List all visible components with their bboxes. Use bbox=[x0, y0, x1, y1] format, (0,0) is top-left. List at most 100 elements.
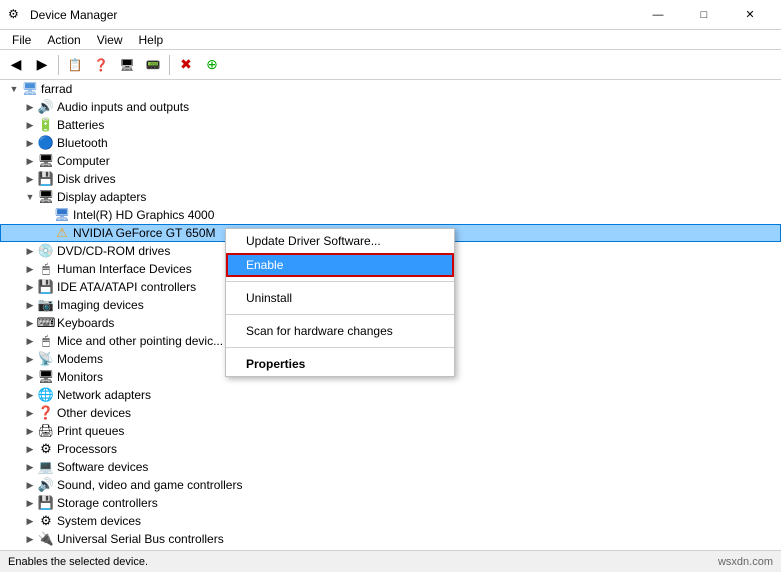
tree-item-bluetooth[interactable]: ▶ 🔵 Bluetooth bbox=[0, 134, 781, 152]
tree-item-software[interactable]: ▶ 💻 Software devices bbox=[0, 458, 781, 476]
icon-ide: 💾 bbox=[38, 279, 54, 295]
expander-dvd[interactable]: ▶ bbox=[22, 243, 38, 259]
expander-computer[interactable]: ▶ bbox=[22, 153, 38, 169]
close-button[interactable]: ✕ bbox=[727, 0, 773, 30]
tree-item-sound[interactable]: ▶ 🔊 Sound, video and game controllers bbox=[0, 476, 781, 494]
label-hid: Human Interface Devices bbox=[57, 262, 192, 276]
expander-printqueues[interactable]: ▶ bbox=[22, 423, 38, 439]
status-bar: Enables the selected device. wsxdn.com bbox=[0, 550, 781, 572]
label-storage: Storage controllers bbox=[57, 496, 158, 510]
context-menu-update-driver[interactable]: Update Driver Software... bbox=[226, 229, 454, 253]
remove-button[interactable]: ✖ bbox=[174, 53, 198, 77]
expander-mice[interactable]: ▶ bbox=[22, 333, 38, 349]
context-menu-properties[interactable]: Properties bbox=[226, 352, 454, 376]
tree-panel[interactable]: ▼ 🖥 farrad ▶ 🔊 Audio inputs and outputs … bbox=[0, 80, 781, 550]
context-menu: Update Driver Software... Enable Uninsta… bbox=[225, 228, 455, 377]
context-menu-enable[interactable]: Enable bbox=[226, 253, 454, 277]
icon-other: ❓ bbox=[38, 405, 54, 421]
menu-file[interactable]: File bbox=[4, 31, 39, 49]
menu-action[interactable]: Action bbox=[39, 31, 88, 49]
icon-software: 💻 bbox=[38, 459, 54, 475]
label-printqueues: Print queues bbox=[57, 424, 124, 438]
expander-usb[interactable]: ▶ bbox=[22, 531, 38, 547]
label-keyboards: Keyboards bbox=[57, 316, 114, 330]
tree-item-other[interactable]: ▶ ❓ Other devices bbox=[0, 404, 781, 422]
tree-item-processors[interactable]: ▶ ⚙ Processors bbox=[0, 440, 781, 458]
expander-processors[interactable]: ▶ bbox=[22, 441, 38, 457]
back-button[interactable]: ◀ bbox=[4, 53, 28, 77]
expander-diskdrives[interactable]: ▶ bbox=[22, 171, 38, 187]
tree-item-computer[interactable]: ▶ 🖥 Computer bbox=[0, 152, 781, 170]
tree-item-system[interactable]: ▶ ⚙ System devices bbox=[0, 512, 781, 530]
expander-audio[interactable]: ▶ bbox=[22, 99, 38, 115]
expander-root[interactable]: ▼ bbox=[6, 81, 22, 97]
add-button[interactable]: ⊕ bbox=[200, 53, 224, 77]
expander-displayadapters[interactable]: ▼ bbox=[22, 189, 38, 205]
context-menu-sep-1 bbox=[226, 281, 454, 282]
toolbar: ◀ ▶ 📋 ❓ 🖥 📟 ✖ ⊕ bbox=[0, 50, 781, 80]
icon-dvd: 💿 bbox=[38, 243, 54, 259]
tree-item-batteries[interactable]: ▶ 🔋 Batteries bbox=[0, 116, 781, 134]
label-nvidia: NVIDIA GeForce GT 650M bbox=[73, 226, 216, 240]
icon-nvidia: ⚠ bbox=[54, 225, 70, 241]
label-software: Software devices bbox=[57, 460, 148, 474]
tree-item-storage[interactable]: ▶ 💾 Storage controllers bbox=[0, 494, 781, 512]
expander-ide[interactable]: ▶ bbox=[22, 279, 38, 295]
expander-bluetooth[interactable]: ▶ bbox=[22, 135, 38, 151]
forward-button[interactable]: ▶ bbox=[30, 53, 54, 77]
tree-item-intel[interactable]: ▶ 🖥 Intel(R) HD Graphics 4000 bbox=[0, 206, 781, 224]
label-dvd: DVD/CD-ROM drives bbox=[57, 244, 170, 258]
properties-button[interactable]: 📋 bbox=[63, 53, 87, 77]
title-bar: ⚙ Device Manager — □ ✕ bbox=[0, 0, 781, 30]
expander-monitors[interactable]: ▶ bbox=[22, 369, 38, 385]
expander-sound[interactable]: ▶ bbox=[22, 477, 38, 493]
expander-system[interactable]: ▶ bbox=[22, 513, 38, 529]
context-menu-sep-2 bbox=[226, 314, 454, 315]
tree-item-displayadapters[interactable]: ▼ 🖥 Display adapters bbox=[0, 188, 781, 206]
icon-bluetooth: 🔵 bbox=[38, 135, 54, 151]
expander-batteries[interactable]: ▶ bbox=[22, 117, 38, 133]
tree-item-usb[interactable]: ▶ 🔌 Universal Serial Bus controllers bbox=[0, 530, 781, 548]
icon-modems: 📡 bbox=[38, 351, 54, 367]
expander-other[interactable]: ▶ bbox=[22, 405, 38, 421]
icon-network: 🌐 bbox=[38, 387, 54, 403]
expander-modems[interactable]: ▶ bbox=[22, 351, 38, 367]
expander-hid[interactable]: ▶ bbox=[22, 261, 38, 277]
context-menu-scan[interactable]: Scan for hardware changes bbox=[226, 319, 454, 343]
expander-software[interactable]: ▶ bbox=[22, 459, 38, 475]
icon-imaging: 📷 bbox=[38, 297, 54, 313]
label-root: farrad bbox=[41, 82, 72, 96]
icon-printqueues: 🖨 bbox=[38, 423, 54, 439]
label-usb: Universal Serial Bus controllers bbox=[57, 532, 224, 546]
icon-processors: ⚙ bbox=[38, 441, 54, 457]
tree-item-network[interactable]: ▶ 🌐 Network adapters bbox=[0, 386, 781, 404]
context-menu-uninstall[interactable]: Uninstall bbox=[226, 286, 454, 310]
status-text: Enables the selected device. bbox=[8, 556, 718, 568]
tree-item-diskdrives[interactable]: ▶ 💾 Disk drives bbox=[0, 170, 781, 188]
expander-imaging[interactable]: ▶ bbox=[22, 297, 38, 313]
tree-item-root[interactable]: ▼ 🖥 farrad bbox=[0, 80, 781, 98]
icon-computer: 🖥 bbox=[22, 81, 38, 97]
expander-storage[interactable]: ▶ bbox=[22, 495, 38, 511]
maximize-button[interactable]: □ bbox=[681, 0, 727, 30]
tree-item-printqueues[interactable]: ▶ 🖨 Print queues bbox=[0, 422, 781, 440]
update-driver-button[interactable]: 📟 bbox=[141, 53, 165, 77]
label-imaging: Imaging devices bbox=[57, 298, 144, 312]
label-audio: Audio inputs and outputs bbox=[57, 100, 189, 114]
icon-audio: 🔊 bbox=[38, 99, 54, 115]
label-modems: Modems bbox=[57, 352, 103, 366]
menu-bar: File Action View Help bbox=[0, 30, 781, 50]
expander-network[interactable]: ▶ bbox=[22, 387, 38, 403]
label-mice: Mice and other pointing devic... bbox=[57, 334, 223, 348]
toolbar-sep-1 bbox=[58, 55, 59, 75]
label-batteries: Batteries bbox=[57, 118, 104, 132]
scan-button[interactable]: 🖥 bbox=[115, 53, 139, 77]
minimize-button[interactable]: — bbox=[635, 0, 681, 30]
menu-view[interactable]: View bbox=[89, 31, 131, 49]
icon-displayadapters: 🖥 bbox=[38, 189, 54, 205]
tree-item-audio[interactable]: ▶ 🔊 Audio inputs and outputs bbox=[0, 98, 781, 116]
icon-system: ⚙ bbox=[38, 513, 54, 529]
help-button[interactable]: ❓ bbox=[89, 53, 113, 77]
menu-help[interactable]: Help bbox=[131, 31, 172, 49]
expander-keyboards[interactable]: ▶ bbox=[22, 315, 38, 331]
